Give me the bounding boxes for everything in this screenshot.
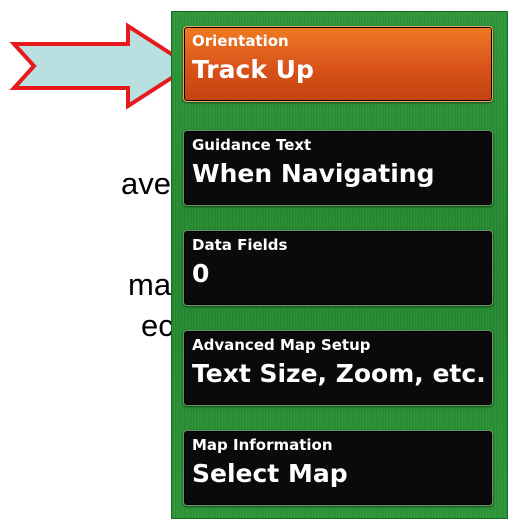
menu-item-map-information[interactable]: Map Information Select Map: [183, 430, 493, 506]
menu-item-guidance-text[interactable]: Guidance Text When Navigating: [183, 130, 493, 206]
menu-item-advanced-map-setup[interactable]: Advanced Map Setup Text Size, Zoom, etc.: [183, 330, 493, 406]
menu-item-value: Text Size, Zoom, etc.: [192, 359, 486, 388]
menu-item-data-fields[interactable]: Data Fields 0: [183, 230, 493, 306]
menu-item-label: Data Fields: [192, 236, 288, 254]
menu-item-value: 0: [192, 259, 210, 288]
menu-item-label: Map Information: [192, 436, 333, 454]
background-text-line-1: avel: [121, 166, 178, 201]
menu-item-label: Guidance Text: [192, 136, 312, 154]
callout-arrow-icon: [9, 22, 194, 110]
menu-item-value: Track Up: [192, 55, 314, 84]
menu-item-value: Select Map: [192, 459, 348, 488]
map-settings-panel: Orientation Track Up Guidance Text When …: [171, 11, 508, 519]
menu-item-value: When Navigating: [192, 159, 435, 188]
menu-item-label: Advanced Map Setup: [192, 336, 371, 354]
menu-item-orientation[interactable]: Orientation Track Up: [183, 26, 493, 102]
menu-item-label: Orientation: [192, 32, 289, 50]
